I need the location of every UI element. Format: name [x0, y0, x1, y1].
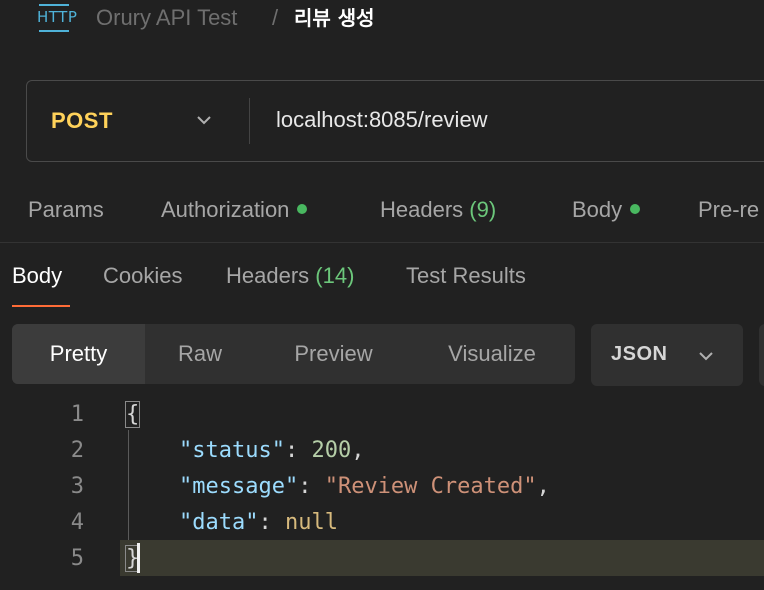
line-number: 5 — [70, 546, 84, 571]
colon: : — [258, 510, 285, 535]
line-number: 1 — [70, 402, 84, 427]
comma: , — [351, 438, 365, 463]
comma: , — [536, 474, 550, 499]
response-body-editor[interactable]: 1 2 3 4 5 { "status": 200, "message": "R… — [0, 0, 764, 590]
code-line: "data": null — [126, 510, 338, 535]
json-key: "message" — [178, 474, 299, 499]
line-number: 2 — [70, 438, 84, 463]
open-brace: { — [124, 401, 141, 428]
json-value: null — [284, 510, 338, 535]
json-key: "data" — [178, 510, 259, 535]
text-cursor — [137, 543, 140, 573]
colon: : — [284, 438, 312, 463]
json-value: 200 — [311, 438, 352, 463]
json-value: "Review Created" — [324, 474, 537, 499]
json-key: "status" — [178, 438, 285, 463]
line-number: 4 — [70, 510, 84, 535]
code-line: { — [124, 401, 141, 428]
code-line: "message": "Review Created", — [126, 474, 550, 499]
code-line: "status": 200, — [126, 438, 364, 463]
line-number: 3 — [70, 474, 84, 499]
colon: : — [298, 474, 325, 499]
